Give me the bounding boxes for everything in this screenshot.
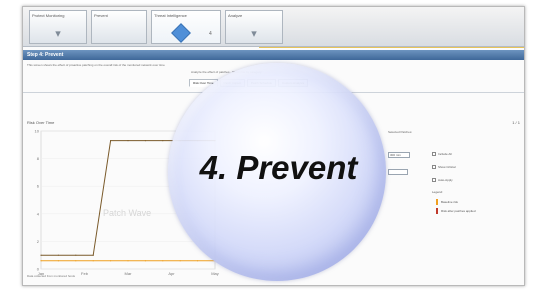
x-tick-label: May [211,271,219,276]
series-2-point [57,260,59,262]
properties-panel: Selected Patches: 300 min Include All Sh… [388,127,524,267]
series-1-point [75,254,77,256]
toolbar-tab-threat-intel[interactable]: Threat Intelligence [151,10,221,44]
chevron-down-icon: ▾ [251,28,257,40]
series-2-point [127,260,129,262]
option-auto-apply[interactable]: Auto-Apply [432,178,453,182]
series-1-point [57,254,59,256]
secondary-field[interactable] [388,169,408,175]
props-heading: Selected Patches: [388,130,413,134]
highlight-sphere: 4. Prevent [168,63,386,281]
x-tick-label: Mar [125,271,133,276]
x-tick-label: Apr [168,271,175,276]
series-2-point [75,260,77,262]
series-1-point [127,140,129,142]
option-show-critical[interactable]: Show Critical [432,165,456,169]
option-label: Show Critical [438,165,456,169]
toolbar-tab-label: Analyze [228,13,243,18]
checkbox[interactable] [432,178,436,182]
overlay-label: 4. Prevent [199,149,358,186]
legend-heading: Legend: [432,190,443,194]
option-label: Auto-Apply [438,178,453,182]
checkbox[interactable] [432,152,436,156]
series-1-point [40,254,42,256]
y-tick-label: 6 [37,184,40,189]
section-description: This screen shows the effect of proactiv… [27,63,165,67]
toolbar-tab-label: Prevent [94,13,108,18]
toolbar-tab-label: Protect Monitoring [32,13,65,18]
series-1-point [110,140,112,142]
y-tick-label: 4 [37,211,40,216]
chevron-down-icon: ▾ [55,28,61,40]
series-2-point [179,260,181,262]
x-tick-label: Feb [81,271,89,276]
duration-field[interactable]: 300 min [388,152,410,158]
toolbar-tab-monitoring[interactable]: Protect Monitoring ▾ [29,10,87,44]
chart-watermark: Patch Wave [103,208,152,218]
series-2-point [110,260,112,262]
toolbar-tab-label: Threat Intelligence [154,13,187,18]
legend-label: Risk after patches applied [441,209,476,213]
series-1-point [144,140,146,142]
top-toolbar: Protect Monitoring ▾ Prevent Threat Inte… [23,7,524,47]
legend-label: Baseline risk [441,200,459,204]
series-1-point [162,140,164,142]
toolbar-tab-analyze[interactable]: Analyze ▾ [225,10,283,44]
series-1-point [92,254,94,256]
accent-divider [259,47,524,48]
series-2-point [92,260,94,262]
checkbox[interactable] [432,165,436,169]
legend-swatch [436,208,438,214]
toolbar-tab-prevent[interactable]: Prevent [91,10,147,44]
series-2-point [197,260,199,262]
footer-text: Data collected from monitored hosts [27,274,76,278]
step-number: 4 [209,31,212,37]
y-tick-label: 8 [37,156,40,161]
legend-swatch [436,199,438,205]
section-header: Step 4: Prevent [23,50,524,60]
option-label: Include All [438,152,452,156]
y-tick-label: 10 [35,129,40,134]
option-include-all[interactable]: Include All [432,152,452,156]
y-tick-label: 2 [37,239,40,244]
series-2-point [144,260,146,262]
page-indicator: 1 / 1 [512,120,520,125]
legend-item-after: Risk after patches applied [436,208,476,214]
series-2-point [40,260,42,262]
series-2-point [162,260,164,262]
legend-item-baseline: Baseline risk [436,199,458,205]
